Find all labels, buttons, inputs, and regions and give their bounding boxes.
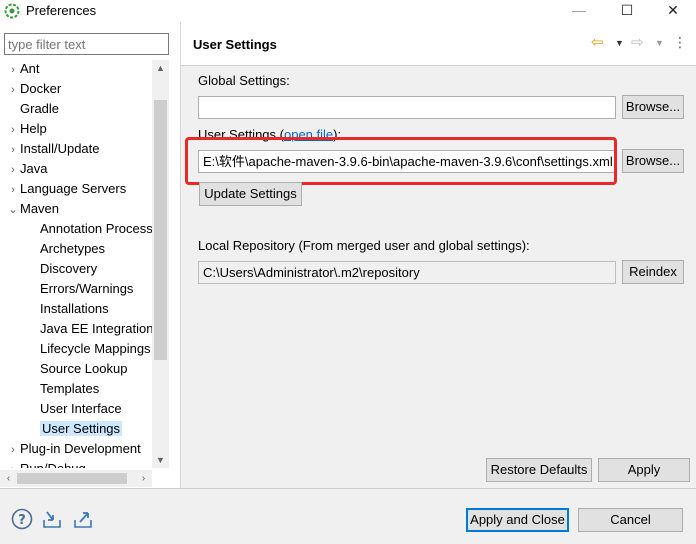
tree-item-label: Install/Update bbox=[20, 141, 100, 156]
back-history-dropdown-icon[interactable]: ▼ bbox=[615, 38, 624, 48]
import-icon[interactable] bbox=[41, 508, 63, 530]
window-title: Preferences bbox=[26, 3, 97, 18]
chevron-right-icon[interactable]: › bbox=[6, 80, 20, 100]
scroll-right-arrow-icon[interactable]: › bbox=[135, 470, 152, 487]
chevron-down-icon[interactable]: ⌄ bbox=[6, 200, 20, 220]
apply-and-close-button[interactable]: Apply and Close bbox=[466, 508, 569, 532]
tree-item[interactable]: › Install/Update bbox=[6, 139, 100, 160]
filter-input[interactable] bbox=[4, 33, 169, 55]
forward-arrow-icon[interactable]: ⇨ bbox=[631, 33, 644, 51]
tree-item-label: Errors/Warnings bbox=[40, 281, 134, 296]
help-icon[interactable]: ? bbox=[11, 508, 33, 530]
tree-vertical-scrollbar[interactable]: ▲ ▼ bbox=[152, 60, 169, 468]
tree-item[interactable]: › Language Servers bbox=[6, 179, 126, 199]
settings-page: User Settings ⇦ ▼ ⇨ ▼ ⋮ bbox=[180, 22, 696, 488]
restore-defaults-button[interactable]: Restore Defaults bbox=[486, 458, 592, 482]
tree-item[interactable]: Templates bbox=[36, 379, 99, 399]
preferences-tree: › Ant › Docker Gradle › Help › Install/Update › Ja… bbox=[0, 60, 152, 468]
chevron-right-icon[interactable]: › bbox=[6, 460, 20, 468]
scroll-up-arrow-icon[interactable]: ▲ bbox=[152, 60, 169, 76]
tree-item-label: Ant bbox=[20, 61, 40, 76]
tree-item[interactable]: User Settings bbox=[36, 419, 123, 439]
tree-item[interactable]: ⌄ Maven bbox=[6, 199, 59, 219]
tree-item[interactable]: Annotation Process bbox=[36, 219, 152, 239]
tree-item-label: Docker bbox=[20, 81, 62, 96]
back-arrow-icon[interactable]: ⇦ bbox=[591, 33, 604, 51]
tree-item[interactable]: Discovery bbox=[36, 259, 97, 279]
maximize-button[interactable]: ☐ bbox=[604, 0, 650, 22]
update-settings-button[interactable]: Update Settings bbox=[199, 182, 302, 206]
chevron-right-icon[interactable]: › bbox=[6, 140, 20, 160]
tree-item[interactable]: Gradle bbox=[6, 99, 59, 119]
chevron-right-icon[interactable]: › bbox=[6, 120, 20, 140]
tree-item[interactable]: › Java bbox=[6, 159, 47, 179]
global-browse-button[interactable]: Browse... bbox=[622, 95, 684, 119]
forward-history-dropdown-icon[interactable]: ▼ bbox=[655, 38, 664, 48]
tree-item-label: Plug-in Development bbox=[20, 441, 141, 456]
tree-item[interactable]: ›Run/Debug bbox=[6, 459, 86, 468]
view-menu-icon[interactable]: ⋮ bbox=[673, 34, 687, 51]
close-button[interactable]: ✕ bbox=[650, 0, 696, 22]
tree-item-label: User Settings bbox=[40, 421, 123, 436]
page-title: User Settings bbox=[193, 37, 277, 52]
preferences-navigation: ›Ant›DockerGradle›Help›Install/Update›Ja… bbox=[0, 28, 178, 488]
tree-item[interactable]: › Docker bbox=[6, 79, 61, 99]
tree-item-label: Maven bbox=[20, 201, 60, 216]
minimize-button[interactable]: — bbox=[556, 0, 602, 22]
title-bar: Preferences — ☐ ✕ bbox=[0, 0, 696, 22]
tree-item[interactable]: User Interface bbox=[36, 399, 122, 419]
chevron-right-icon[interactable]: › bbox=[6, 180, 20, 200]
tree-item-label: Run/Debug bbox=[20, 461, 86, 468]
tree-item[interactable]: Source Lookup bbox=[36, 359, 127, 379]
dialog-button-bar: ? Apply and Close Cancel bbox=[0, 488, 696, 544]
tree-item-label: Help bbox=[20, 121, 47, 136]
eclipse-app-icon bbox=[4, 3, 20, 19]
tree-item-label: Installations bbox=[40, 301, 109, 316]
tree-item[interactable]: Installations bbox=[36, 299, 109, 319]
tree-item[interactable]: › Help bbox=[6, 119, 47, 139]
local-repository-field: C:\Users\Administrator\.m2\repository bbox=[198, 261, 616, 284]
user-browse-button[interactable]: Browse... bbox=[622, 149, 684, 173]
tree-item-label: Language Servers bbox=[20, 181, 127, 196]
tree-item-label: Source Lookup bbox=[40, 361, 128, 376]
scroll-left-arrow-icon[interactable]: ‹ bbox=[0, 470, 17, 487]
global-settings-field[interactable] bbox=[198, 96, 616, 119]
global-settings-label: Global Settings: bbox=[198, 73, 290, 88]
tree-item-label: Templates bbox=[40, 381, 100, 396]
tree-item-label: User Interface bbox=[40, 401, 122, 416]
local-repository-label: Local Repository (From merged user and g… bbox=[198, 238, 530, 253]
tree-item-label: Archetypes bbox=[40, 241, 106, 256]
vertical-scroll-thumb[interactable] bbox=[154, 100, 167, 360]
horizontal-scroll-thumb[interactable] bbox=[17, 473, 127, 484]
svg-text:?: ? bbox=[18, 513, 26, 528]
export-icon[interactable] bbox=[72, 508, 94, 530]
tree-item[interactable]: Archetypes bbox=[36, 239, 105, 259]
tree-item[interactable]: Errors/Warnings bbox=[36, 279, 133, 299]
tree-item-label: Annotation Process bbox=[40, 221, 152, 236]
tree-horizontal-scrollbar[interactable]: ‹ › bbox=[0, 470, 152, 487]
tree-item[interactable]: Lifecycle Mappings bbox=[36, 339, 151, 359]
tree-item[interactable]: › Ant bbox=[6, 60, 40, 80]
tree-item-label: Discovery bbox=[40, 261, 98, 276]
tree-item[interactable]: › Plug-in Development bbox=[6, 439, 141, 459]
chevron-right-icon[interactable]: › bbox=[6, 160, 20, 180]
reindex-button[interactable]: Reindex bbox=[622, 260, 684, 284]
scroll-down-arrow-icon[interactable]: ▼ bbox=[152, 452, 169, 468]
chevron-right-icon[interactable]: › bbox=[6, 440, 20, 460]
tree-item-label: Java bbox=[20, 161, 48, 176]
tree-item-label: Gradle bbox=[20, 101, 60, 116]
chevron-right-icon[interactable]: › bbox=[6, 60, 20, 80]
apply-button[interactable]: Apply bbox=[598, 458, 690, 482]
cancel-button[interactable]: Cancel bbox=[578, 508, 683, 532]
tree-item-label: Java EE Integration bbox=[40, 321, 152, 336]
red-highlight-annotation bbox=[185, 137, 617, 185]
tree-item-label: Lifecycle Mappings bbox=[40, 341, 151, 356]
tree-item[interactable]: Java EE Integration bbox=[36, 319, 152, 339]
page-header: User Settings ⇦ ▼ ⇨ ▼ ⋮ bbox=[181, 22, 696, 66]
